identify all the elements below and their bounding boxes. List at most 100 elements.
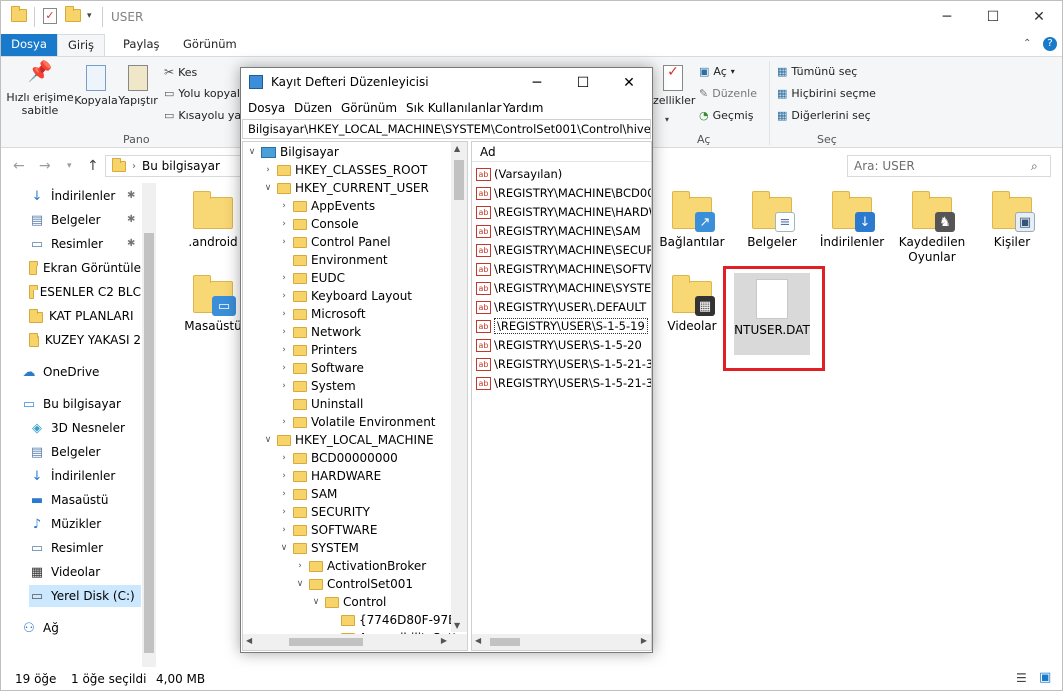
properties-icon[interactable]: ✓ (43, 8, 57, 24)
tree-node[interactable]: ∨ ControlSet001 (295, 575, 413, 593)
nav-item[interactable]: KAT PLANLARI (29, 305, 141, 327)
tree-node[interactable]: › EUDC (279, 269, 345, 287)
tree-horizontal-scrollbar[interactable]: ◀ ▶ (243, 634, 467, 650)
forward-arrow-icon[interactable]: → (39, 158, 51, 174)
tree-vertical-scrollbar[interactable]: ▲ ▼ (451, 142, 467, 632)
tree-node[interactable]: › Printers (279, 341, 357, 359)
tree-node[interactable]: ∨ Bilgisayar (247, 143, 339, 161)
select-all-button[interactable]: ▦ Tümünü seç (777, 65, 857, 78)
nav-item[interactable]: ▦ Videolar (29, 561, 141, 583)
tab-dosya[interactable]: Dosya (1, 34, 57, 56)
tree-node[interactable]: Uninstall (279, 395, 363, 413)
scroll-right-icon[interactable]: ▶ (441, 636, 447, 645)
nav-item[interactable]: ♪ Müzikler (29, 513, 141, 535)
value-row[interactable]: ab \REGISTRY\USER\S-1-5-20 (476, 336, 642, 354)
pin-icon[interactable]: ✱ (127, 214, 135, 225)
collapse-arrow-icon[interactable]: › (279, 381, 289, 391)
registry-close-button[interactable]: ✕ (606, 68, 652, 97)
value-row[interactable]: ab \REGISTRY\MACHINE\SOFTW (476, 260, 651, 278)
scroll-left-icon[interactable]: ◀ (246, 636, 252, 645)
tree-node[interactable]: {7746D80F-97E0- (327, 611, 467, 629)
tree-hscrollbar-thumb[interactable] (289, 638, 363, 646)
value-row[interactable]: ab \REGISTRY\USER\S-1-5-21-39 (476, 355, 651, 373)
copy-button[interactable]: Kopyala (73, 65, 119, 107)
value-row[interactable]: ab \REGISTRY\MACHINE\SECUR (476, 241, 651, 259)
nav-item[interactable]: ↓ İndirilenler (29, 465, 141, 487)
file-tile[interactable]: ♞ Kaydedilen Oyunlar (892, 191, 972, 265)
tree-node[interactable]: › SOFTWARE (279, 521, 377, 539)
collapse-arrow-icon[interactable]: › (295, 561, 305, 571)
pin-icon[interactable]: ✱ (127, 238, 135, 249)
minimize-button[interactable]: ─ (924, 1, 970, 33)
properties-dropdown-icon[interactable]: ▾ (665, 115, 669, 124)
value-row[interactable]: ab \REGISTRY\MACHINE\SAM (476, 222, 641, 240)
tree-node[interactable]: ∨ HKEY_LOCAL_MACHINE (263, 431, 434, 449)
scroll-up-icon[interactable]: ▲ (454, 144, 460, 153)
collapse-arrow-icon[interactable]: › (279, 291, 289, 301)
nav-item[interactable]: ☁ OneDrive (21, 361, 133, 383)
scroll-down-icon[interactable]: ▼ (454, 621, 460, 630)
pin-quick-access-button[interactable]: 📌 Hızlı erişime sabitle (5, 61, 75, 117)
value-row[interactable]: ab \REGISTRY\USER\.DEFAULT (476, 298, 646, 316)
up-arrow-icon[interactable]: ↑ (87, 158, 99, 174)
tree-node[interactable]: › Keyboard Layout (279, 287, 412, 305)
search-input[interactable]: Ara: USER (847, 155, 1051, 177)
tree-scrollbar-thumb[interactable] (454, 160, 464, 200)
file-tile[interactable]: ▣ Kişiler (972, 191, 1052, 250)
tree-node[interactable]: ∨ Control (311, 593, 387, 611)
nav-item[interactable]: ▤ Belgeler (29, 209, 141, 231)
menu-gorunum[interactable]: Görünüm (341, 101, 397, 115)
file-tile[interactable]: ↓ İndirilenler (812, 191, 892, 250)
value-row[interactable]: ab (Varsayılan) (476, 165, 562, 183)
values-horizontal-scrollbar[interactable]: ◀ ▶ (472, 634, 651, 650)
collapse-ribbon-icon[interactable]: ⌃ (1023, 38, 1031, 49)
nav-item[interactable]: ESENLER C2 BLC (29, 281, 141, 303)
tree-node[interactable]: › ActivationBroker (295, 557, 426, 575)
nav-item[interactable]: ▬ Masaüstü (29, 489, 141, 511)
copy-path-button[interactable]: ▭ Yolu kopyala (164, 87, 240, 100)
collapse-arrow-icon[interactable]: › (279, 363, 289, 373)
collapse-arrow-icon[interactable]: › (279, 489, 289, 499)
maximize-button[interactable]: ☐ (970, 1, 1016, 33)
properties-button[interactable]: ✓ zellikler (653, 65, 695, 107)
collapse-arrow-icon[interactable]: › (279, 201, 289, 211)
menu-dosya[interactable]: Dosya (248, 101, 285, 115)
paste-shortcut-button[interactable]: ▭ Kısayolu yapıştır (164, 109, 240, 122)
collapse-arrow-icon[interactable]: › (279, 309, 289, 319)
value-row[interactable]: ab \REGISTRY\MACHINE\SYSTEN (476, 279, 651, 297)
tree-node[interactable]: ∨ SYSTEM (279, 539, 359, 557)
nav-item[interactable]: ▤ Belgeler (29, 441, 141, 463)
tree-node[interactable]: › BCD00000000 (279, 449, 398, 467)
value-row[interactable]: ab \REGISTRY\MACHINE\HARDW (476, 203, 651, 221)
nav-item[interactable]: KUZEY YAKASI 2 (29, 329, 141, 351)
nav-item[interactable]: ↓ İndirilenler (29, 185, 141, 207)
tab-giris[interactable]: Giriş (57, 34, 105, 56)
tree-node[interactable]: › HARDWARE (279, 467, 381, 485)
file-tile[interactable]: ▦ Videolar (652, 275, 732, 334)
collapse-arrow-icon[interactable]: › (279, 453, 289, 463)
collapse-arrow-icon[interactable]: › (279, 273, 289, 283)
close-button[interactable]: ✕ (1016, 1, 1062, 33)
tree-node[interactable]: › SAM (279, 485, 337, 503)
tree-node[interactable]: › HKEY_CLASSES_ROOT (263, 161, 427, 179)
values-hscrollbar-thumb[interactable] (490, 638, 520, 646)
nav-item[interactable]: ▭ Resimler (29, 537, 141, 559)
expand-arrow-icon[interactable]: ∨ (279, 543, 289, 553)
menu-sik-kullanilanlar[interactable]: Sık Kullanılanlar (406, 101, 501, 115)
menu-yardim[interactable]: Yardım (503, 101, 543, 115)
file-tile[interactable]: ≡ Belgeler (732, 191, 812, 250)
nav-item[interactable]: Ekran Görüntüle (29, 257, 141, 279)
tree-node[interactable]: › SECURITY (279, 503, 370, 521)
tree-node[interactable]: Environment (279, 251, 388, 269)
expand-arrow-icon[interactable]: ∨ (263, 183, 273, 193)
registry-maximize-button[interactable]: ☐ (560, 68, 606, 97)
invert-selection-button[interactable]: ▦ Diğerlerini seç (777, 109, 871, 122)
nav-item[interactable]: ▭ Yerel Disk (C:) (29, 585, 141, 607)
expand-arrow-icon[interactable]: ∨ (295, 579, 305, 589)
value-row[interactable]: ab \REGISTRY\USER\S-1-5-21-39 (476, 374, 651, 392)
tab-paylas[interactable]: Paylaş (113, 34, 170, 56)
value-row[interactable]: ab \REGISTRY\MACHINE\BCD00 (476, 184, 651, 202)
tree-node[interactable]: › Network (279, 323, 361, 341)
help-icon[interactable]: ? (1043, 37, 1057, 51)
collapse-arrow-icon[interactable]: › (279, 345, 289, 355)
